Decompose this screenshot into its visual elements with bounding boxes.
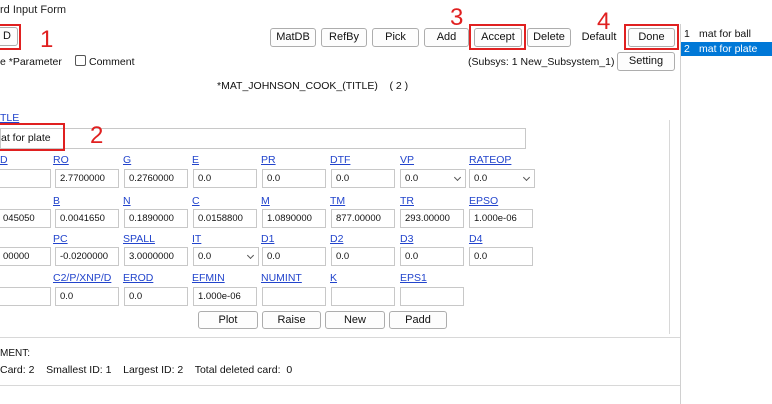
field-input-b[interactable]: 0.0041650 bbox=[55, 209, 119, 228]
field-label-numint: NUMINT bbox=[261, 272, 302, 284]
accept-button[interactable]: Accept bbox=[474, 28, 522, 47]
field-input-numint[interactable] bbox=[262, 287, 326, 306]
annotation-4: 4 bbox=[597, 8, 611, 35]
field-label-vp: VP bbox=[400, 154, 415, 166]
field-label-rateop: RATEOP bbox=[469, 154, 512, 166]
parameter-option[interactable]: e *Parameter bbox=[0, 56, 62, 68]
field-select-it[interactable]: 0.0 bbox=[193, 247, 259, 266]
annotation-3: 3 bbox=[450, 4, 464, 31]
delete-button[interactable]: Delete bbox=[527, 28, 571, 47]
new-button[interactable]: New bbox=[325, 311, 385, 329]
annotation-2: 2 bbox=[90, 122, 104, 149]
field-input-erod[interactable]: 0.0 bbox=[124, 287, 188, 306]
field-input-epso[interactable]: 1.000e-06 bbox=[469, 209, 533, 228]
field-input-a[interactable]: 045050 bbox=[0, 209, 51, 228]
field-input-d[interactable] bbox=[0, 169, 51, 188]
list-item-number: 2 bbox=[684, 43, 690, 55]
padd-button[interactable]: Padd bbox=[389, 311, 447, 329]
field-input-k[interactable] bbox=[331, 287, 395, 306]
field-input-d3[interactable]: 0.0 bbox=[400, 247, 464, 266]
field-label-efmin: EFMIN bbox=[192, 272, 225, 284]
refby-button[interactable]: RefBy bbox=[321, 28, 367, 47]
field-label-d1: D1 bbox=[261, 233, 275, 245]
field-label-ro: RO bbox=[53, 154, 69, 166]
field-input-d4[interactable]: 0.0 bbox=[469, 247, 533, 266]
field-label-e: E bbox=[192, 154, 200, 166]
field-input-pc-prev[interactable]: 00000 bbox=[0, 247, 51, 266]
field-label-epso: EPSO bbox=[469, 195, 499, 207]
field-label-d2: D2 bbox=[330, 233, 344, 245]
field-input-d1[interactable]: 0.0 bbox=[262, 247, 326, 266]
field-select-rateop[interactable]: 0.0 bbox=[469, 169, 535, 188]
field-label-m: M bbox=[261, 195, 270, 207]
field-input-ro[interactable]: 2.7700000 bbox=[55, 169, 119, 188]
field-input-n[interactable]: 0.1890000 bbox=[124, 209, 188, 228]
title-input[interactable]: at for plate bbox=[0, 128, 526, 149]
setting-button[interactable]: Setting bbox=[617, 52, 675, 71]
field-input-r4-first[interactable] bbox=[0, 287, 51, 306]
list-item[interactable]: 1 mat for ball bbox=[681, 28, 772, 41]
field-label-c2p: C2/P/XNP/D bbox=[53, 272, 112, 284]
comment-label: Comment bbox=[89, 56, 135, 68]
comment-header: MENT: bbox=[0, 348, 30, 359]
comment-checkbox[interactable] bbox=[75, 55, 86, 66]
field-label-d: D bbox=[0, 154, 8, 166]
field-label-g: G bbox=[123, 154, 132, 166]
field-label-erod: EROD bbox=[123, 272, 154, 284]
field-input-eps1[interactable] bbox=[400, 287, 464, 306]
list-item-name: mat for ball bbox=[699, 28, 751, 40]
field-input-pr[interactable]: 0.0 bbox=[262, 169, 326, 188]
done-button[interactable]: Done bbox=[628, 28, 675, 47]
field-input-d2[interactable]: 0.0 bbox=[331, 247, 395, 266]
field-input-c[interactable]: 0.0158800 bbox=[193, 209, 257, 228]
side-panel-border bbox=[680, 24, 681, 404]
raise-button[interactable]: Raise bbox=[262, 311, 321, 329]
field-label-pc: PC bbox=[53, 233, 68, 245]
status-line: Card: 2 Smallest ID: 1 Largest ID: 2 Tot… bbox=[0, 364, 293, 376]
field-label-b: B bbox=[53, 195, 61, 207]
field-label-tr: TR bbox=[400, 195, 414, 207]
field-label-d4: D4 bbox=[469, 233, 483, 245]
title-field-label: TLE bbox=[0, 112, 20, 124]
field-input-m[interactable]: 1.0890000 bbox=[262, 209, 326, 228]
form-scrollbar[interactable] bbox=[669, 120, 670, 334]
window-title: rd Input Form bbox=[0, 4, 67, 16]
field-label-n: N bbox=[123, 195, 131, 207]
field-input-spall[interactable]: 3.0000000 bbox=[124, 247, 188, 266]
id-button[interactable]: D bbox=[0, 27, 18, 46]
status-divider bbox=[0, 385, 680, 386]
list-item-number: 1 bbox=[684, 28, 690, 40]
plot-button[interactable]: Plot bbox=[198, 311, 258, 329]
field-input-pc[interactable]: -0.0200000 bbox=[55, 247, 119, 266]
field-select-vp[interactable]: 0.0 bbox=[400, 169, 466, 188]
field-label-it: IT bbox=[192, 233, 202, 245]
subsystem-label: (Subsys: 1 New_Subsystem_1) bbox=[468, 56, 615, 68]
field-input-efmin[interactable]: 1.000e-06 bbox=[193, 287, 257, 306]
field-input-e[interactable]: 0.0 bbox=[193, 169, 257, 188]
field-input-tr[interactable]: 293.00000 bbox=[400, 209, 464, 228]
pick-button[interactable]: Pick bbox=[372, 28, 419, 47]
field-input-c2p[interactable]: 0.0 bbox=[55, 287, 119, 306]
field-label-pr: PR bbox=[261, 154, 276, 166]
field-label-k: K bbox=[330, 272, 338, 284]
field-label-spall: SPALL bbox=[123, 233, 155, 245]
field-label-dtf: DTF bbox=[330, 154, 351, 166]
divider bbox=[0, 337, 680, 338]
annotation-1: 1 bbox=[40, 26, 54, 53]
list-item-selected[interactable]: 2 mat for plate bbox=[681, 42, 772, 56]
field-input-dtf[interactable]: 0.0 bbox=[331, 169, 395, 188]
field-label-d3: D3 bbox=[400, 233, 414, 245]
field-input-g[interactable]: 0.2760000 bbox=[124, 169, 188, 188]
field-label-tm: TM bbox=[330, 195, 346, 207]
field-label-c: C bbox=[192, 195, 200, 207]
list-item-name: mat for plate bbox=[699, 43, 758, 55]
keyword-title: *MAT_JOHNSON_COOK_(TITLE) ( 2 ) bbox=[217, 80, 409, 92]
field-label-eps1: EPS1 bbox=[400, 272, 427, 284]
field-input-tm[interactable]: 877.00000 bbox=[331, 209, 395, 228]
matdb-button[interactable]: MatDB bbox=[270, 28, 316, 47]
